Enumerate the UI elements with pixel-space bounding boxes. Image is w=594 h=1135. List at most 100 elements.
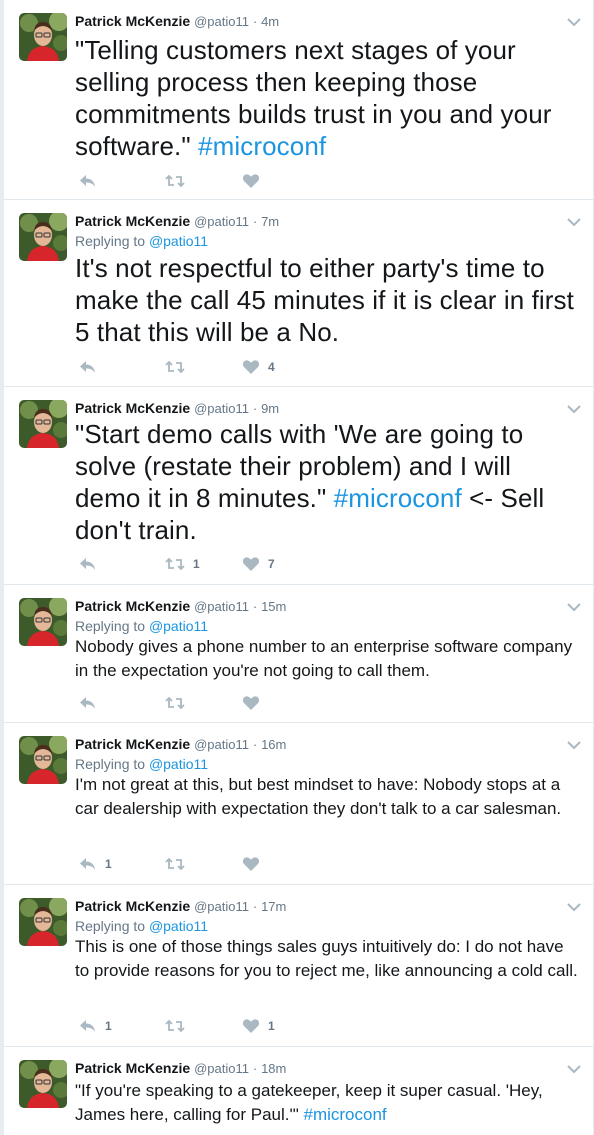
tweet-header: Patrick McKenzie @patio11 · 18m xyxy=(75,1059,286,1078)
chevron-down-icon[interactable] xyxy=(567,737,581,750)
timeline: Patrick McKenzie @patio11 · 4m "Telling … xyxy=(4,0,593,1135)
timestamp[interactable]: 16m xyxy=(261,737,286,752)
tweet-text: This is one of those things sales guys i… xyxy=(75,937,578,980)
author-handle[interactable]: @patio11 xyxy=(194,599,249,614)
like-button[interactable] xyxy=(242,694,268,712)
like-button[interactable] xyxy=(242,855,268,873)
separator: · xyxy=(252,1061,258,1076)
tweet-actions xyxy=(79,172,379,190)
author-handle[interactable]: @patio11 xyxy=(194,14,249,29)
chevron-down-icon[interactable] xyxy=(567,599,581,612)
separator: · xyxy=(252,899,258,914)
avatar[interactable] xyxy=(19,598,67,646)
retweet-icon xyxy=(165,1018,185,1034)
heart-icon xyxy=(242,359,260,375)
author-name[interactable]: Patrick McKenzie xyxy=(75,400,190,416)
author-name[interactable]: Patrick McKenzie xyxy=(75,1060,190,1076)
chevron-down-icon[interactable] xyxy=(567,899,581,912)
hashtag-link[interactable]: #microconf xyxy=(304,1105,387,1124)
timestamp[interactable]: 4m xyxy=(261,14,279,29)
timestamp[interactable]: 15m xyxy=(261,599,286,614)
tweet[interactable]: Patrick McKenzie @patio11 · 17m Replying… xyxy=(4,885,593,1047)
hashtag-link[interactable]: #microconf xyxy=(198,131,326,161)
like-count: 7 xyxy=(268,557,275,571)
author-name[interactable]: Patrick McKenzie xyxy=(75,598,190,614)
tweet-header: Patrick McKenzie @patio11 · 16m xyxy=(75,735,286,754)
timestamp[interactable]: 18m xyxy=(261,1061,286,1076)
timestamp[interactable]: 7m xyxy=(261,214,279,229)
avatar[interactable] xyxy=(19,898,67,946)
chevron-down-icon[interactable] xyxy=(567,14,581,27)
retweet-button[interactable] xyxy=(165,358,193,376)
author-handle[interactable]: @patio11 xyxy=(194,1061,249,1076)
author-handle[interactable]: @patio11 xyxy=(194,401,249,416)
avatar[interactable] xyxy=(19,213,67,261)
reply-button[interactable] xyxy=(79,172,105,190)
separator: · xyxy=(252,737,258,752)
tweet-text: It's not respectful to either party's ti… xyxy=(75,253,574,347)
replying-to-handle[interactable]: @patio11 xyxy=(149,756,208,772)
like-count: 4 xyxy=(268,360,275,374)
chevron-down-icon[interactable] xyxy=(567,401,581,414)
author-name[interactable]: Patrick McKenzie xyxy=(75,898,190,914)
author-handle[interactable]: @patio11 xyxy=(194,899,249,914)
retweet-button[interactable] xyxy=(165,855,193,873)
reply-button[interactable] xyxy=(79,555,105,573)
reply-icon xyxy=(79,695,97,711)
tweet[interactable]: Patrick McKenzie @patio11 · 4m "Telling … xyxy=(4,0,593,200)
tweet[interactable]: Patrick McKenzie @patio11 · 18m "If you'… xyxy=(4,1047,593,1135)
tweet-header: Patrick McKenzie @patio11 · 17m xyxy=(75,897,286,916)
replying-to-handle[interactable]: @patio11 xyxy=(149,618,208,634)
replying-to: Replying to @patio11 xyxy=(75,233,209,249)
reply-button[interactable]: 1 xyxy=(79,1017,112,1035)
avatar[interactable] xyxy=(19,1060,67,1108)
chevron-down-icon[interactable] xyxy=(567,1061,581,1074)
tweet[interactable]: Patrick McKenzie @patio11 · 9m "Start de… xyxy=(4,387,593,585)
author-name[interactable]: Patrick McKenzie xyxy=(75,736,190,752)
retweet-icon xyxy=(165,173,185,189)
retweet-button[interactable] xyxy=(165,172,193,190)
replying-to-handle[interactable]: @patio11 xyxy=(149,918,208,934)
avatar[interactable] xyxy=(19,400,67,448)
avatar[interactable] xyxy=(19,13,67,61)
tweet-header: Patrick McKenzie @patio11 · 4m xyxy=(75,12,279,31)
retweet-button[interactable] xyxy=(165,1017,193,1035)
separator: · xyxy=(252,599,258,614)
like-button[interactable]: 1 xyxy=(242,1017,275,1035)
reply-count: 1 xyxy=(105,857,112,871)
hashtag-link[interactable]: #microconf xyxy=(334,483,462,513)
reply-button[interactable] xyxy=(79,694,105,712)
retweet-button[interactable] xyxy=(165,694,193,712)
separator: · xyxy=(252,214,258,229)
author-handle[interactable]: @patio11 xyxy=(194,214,249,229)
tweet[interactable]: Patrick McKenzie @patio11 · 7m Replying … xyxy=(4,200,593,387)
tweet-actions: 4 xyxy=(79,358,379,376)
tweet-actions: 1 xyxy=(79,855,379,873)
heart-icon xyxy=(242,173,260,189)
author-name[interactable]: Patrick McKenzie xyxy=(75,213,190,229)
heart-icon xyxy=(242,695,260,711)
tweet[interactable]: Patrick McKenzie @patio11 · 15m Replying… xyxy=(4,585,593,723)
timestamp[interactable]: 17m xyxy=(261,899,286,914)
reply-icon xyxy=(79,856,97,872)
author-handle[interactable]: @patio11 xyxy=(194,737,249,752)
retweet-icon xyxy=(165,556,185,572)
tweet[interactable]: Patrick McKenzie @patio11 · 16m Replying… xyxy=(4,723,593,885)
reply-count: 1 xyxy=(105,1019,112,1033)
reply-button[interactable] xyxy=(79,358,105,376)
tweet-text: I'm not great at this, but best mindset … xyxy=(75,775,562,818)
like-button[interactable]: 4 xyxy=(242,358,275,376)
author-name[interactable]: Patrick McKenzie xyxy=(75,13,190,29)
chevron-down-icon[interactable] xyxy=(567,214,581,227)
tweet-text: Nobody gives a phone number to an enterp… xyxy=(75,637,573,680)
replying-to-handle[interactable]: @patio11 xyxy=(149,233,208,249)
timestamp[interactable]: 9m xyxy=(261,401,279,416)
reply-button[interactable]: 1 xyxy=(79,855,112,873)
reply-icon xyxy=(79,173,97,189)
retweet-button[interactable]: 1 xyxy=(165,555,200,573)
like-button[interactable]: 7 xyxy=(242,555,275,573)
like-button[interactable] xyxy=(242,172,268,190)
tweet-text: "Start demo calls with 'We are going to … xyxy=(75,419,545,545)
avatar[interactable] xyxy=(19,736,67,784)
replying-to: Replying to @patio11 xyxy=(75,756,209,772)
